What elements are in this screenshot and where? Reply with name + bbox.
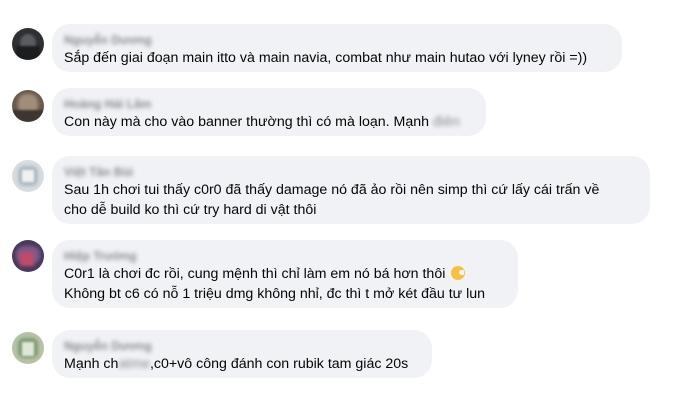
censored-word: điên bbox=[432, 114, 460, 130]
avatar[interactable] bbox=[12, 332, 44, 364]
comment-bubble: Hiệp Trường C0r1 là chơi đc rồi, cung mệ… bbox=[52, 240, 518, 308]
author-name[interactable]: Hoàng Hải Lâm bbox=[64, 96, 474, 112]
comment-text-start: Mạnh ch bbox=[64, 356, 119, 372]
avatar[interactable] bbox=[12, 90, 44, 122]
censored-word: atme bbox=[118, 356, 150, 372]
comment-bubble: Nguyễn Dương Sắp đến giai đoạn main itto… bbox=[52, 24, 622, 72]
comment-text-line-2: cho dễ build ko thì cứ try hard di vật t… bbox=[64, 202, 317, 218]
comment-text-line-1: C0r1 là chơi đc rồi, cung mệnh thì chỉ l… bbox=[64, 264, 506, 284]
author-name[interactable]: Hiệp Trường bbox=[64, 248, 506, 264]
comment-text-line-2: Không bt c6 có nỗ 1 triệu dmg không nhỉ,… bbox=[64, 286, 486, 302]
avatar[interactable] bbox=[12, 160, 44, 192]
author-name[interactable]: Nguyễn Dương bbox=[64, 32, 610, 48]
comment-text-end: ,c0+vô công đánh con rubik tam giác 20s bbox=[149, 356, 409, 372]
comment-text: Sắp đến giai đoạn main itto và main navi… bbox=[64, 50, 588, 66]
comment-text-visible: Con này mà cho vào banner thường thì có … bbox=[64, 114, 430, 130]
comment-bubble: Nguyễn Dương Mạnh chatme,c0+vô công đánh… bbox=[52, 330, 432, 378]
comment-text: Con này mà cho vào banner thường thì có … bbox=[64, 112, 474, 132]
author-name[interactable]: Nguyễn Dương bbox=[64, 338, 420, 354]
moon-cake-emoji-icon bbox=[451, 266, 466, 280]
comment-text-line-1: Sau 1h chơi tui thấy c0r0 đã thấy damage… bbox=[64, 182, 600, 198]
author-name[interactable]: Việt Tân Bùi bbox=[64, 164, 638, 180]
comment-bubble: Hoàng Hải Lâm Con này mà cho vào banner … bbox=[52, 88, 486, 136]
avatar[interactable] bbox=[12, 240, 44, 272]
comment-bubble: Việt Tân Bùi Sau 1h chơi tui thấy c0r0 đ… bbox=[52, 156, 650, 224]
comment-text-visible: C0r1 là chơi đc rồi, cung mệnh thì chỉ l… bbox=[64, 266, 446, 282]
avatar[interactable] bbox=[12, 28, 44, 60]
comment-text: Mạnh chatme,c0+vô công đánh con rubik ta… bbox=[64, 354, 420, 374]
